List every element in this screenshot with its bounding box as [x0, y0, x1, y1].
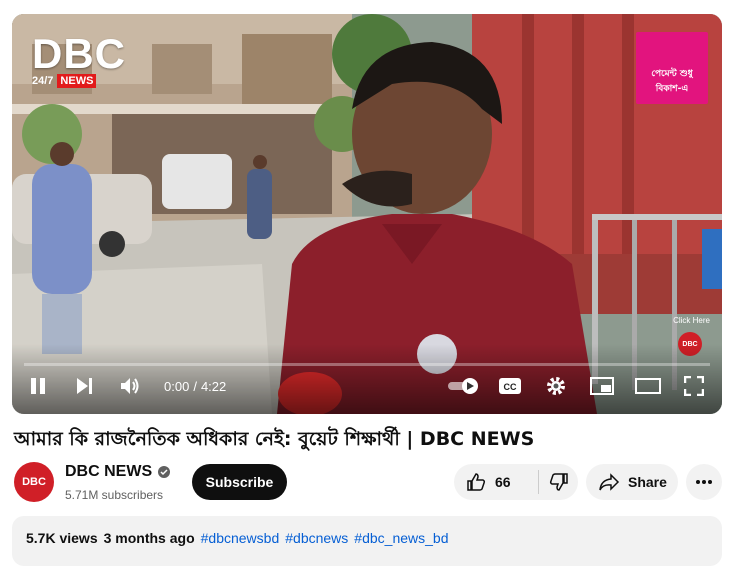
- video-player[interactable]: DBC 24/7 NEWS পেমেন্ট শুধু বিকাশ-এ Click…: [12, 14, 722, 414]
- pause-icon: [31, 378, 45, 394]
- view-count: 5.7K views: [26, 530, 98, 546]
- channel-name[interactable]: DBC NEWS: [65, 463, 152, 481]
- autoplay-toggle-icon: [448, 378, 478, 394]
- subscriber-count: 5.71M subscribers: [65, 488, 164, 502]
- verified-icon: [158, 466, 171, 478]
- channel-watermark-logo: DBC 24/7 NEWS: [32, 30, 126, 88]
- subscribe-button[interactable]: Subscribe: [192, 464, 287, 500]
- share-button[interactable]: Share: [586, 464, 678, 500]
- promo-overlay[interactable]: পেমেন্ট শুধু বিকাশ-এ: [636, 32, 708, 104]
- watermark-24-7: 24/7: [32, 75, 54, 87]
- like-button[interactable]: 66: [454, 464, 538, 500]
- hashtag-link[interactable]: #dbc_news_bd: [354, 530, 448, 546]
- watermark-dbc-text: DBC: [32, 30, 126, 77]
- fullscreen-icon: [684, 376, 704, 396]
- description-meta: 5.7K views 3 months ago #dbcnewsbd #dbcnews…: [26, 530, 448, 546]
- like-dislike-group: 66: [454, 464, 578, 500]
- share-label: Share: [628, 474, 667, 490]
- autoplay-toggle[interactable]: [446, 366, 482, 406]
- volume-icon: [121, 378, 139, 394]
- theater-icon: [635, 378, 661, 394]
- next-icon: [77, 378, 92, 394]
- settings-icon: [547, 377, 565, 395]
- duration: 4:22: [200, 378, 227, 394]
- captions-button[interactable]: CC: [492, 366, 528, 406]
- thumbs-up-icon: [467, 473, 486, 491]
- player-controls: 0:00/4:22 CC: [12, 366, 722, 406]
- channel-row: DBC DBC NEWS 5.71M subscribers Subscribe…: [14, 462, 732, 506]
- time-display: 0:00/4:22: [164, 379, 226, 394]
- miniplayer-button[interactable]: [584, 366, 620, 406]
- volume-button[interactable]: [110, 366, 150, 406]
- hashtag-link[interactable]: #dbcnewsbd: [201, 530, 280, 546]
- share-icon: [599, 473, 620, 491]
- promo-line-2: বিকাশ-এ: [655, 84, 689, 94]
- dislike-button[interactable]: [539, 464, 578, 500]
- hashtag-link[interactable]: #dbcnews: [285, 530, 348, 546]
- channel-avatar[interactable]: DBC: [14, 462, 54, 502]
- settings-button[interactable]: [538, 366, 574, 406]
- svg-text:CC: CC: [504, 382, 517, 392]
- miniplayer-icon: [590, 377, 614, 395]
- captions-icon: CC: [499, 378, 521, 394]
- thumbs-down-icon: [549, 473, 568, 491]
- click-here-label[interactable]: Click Here: [673, 316, 710, 325]
- like-count: 66: [495, 474, 511, 490]
- more-horizontal-icon: [696, 480, 712, 484]
- time-separator: /: [193, 378, 197, 394]
- next-button[interactable]: [64, 366, 104, 406]
- theater-button[interactable]: [630, 366, 666, 406]
- description-box[interactable]: 5.7K views 3 months ago #dbcnewsbd #dbcnews…: [12, 516, 722, 566]
- pause-button[interactable]: [18, 366, 58, 406]
- upload-age: 3 months ago: [103, 530, 195, 546]
- watermark-news: NEWS: [57, 74, 97, 88]
- channel-name-wrap[interactable]: DBC NEWS: [65, 463, 171, 481]
- more-actions-button[interactable]: [686, 464, 722, 500]
- current-time: 0:00: [164, 378, 190, 394]
- video-title: আমার কি রাজনৈতিক অধিকার নেই: বুয়েট শিক্…: [14, 428, 535, 450]
- fullscreen-button[interactable]: [676, 366, 712, 406]
- promo-line-1: পেমেন্ট শুধু: [651, 69, 693, 79]
